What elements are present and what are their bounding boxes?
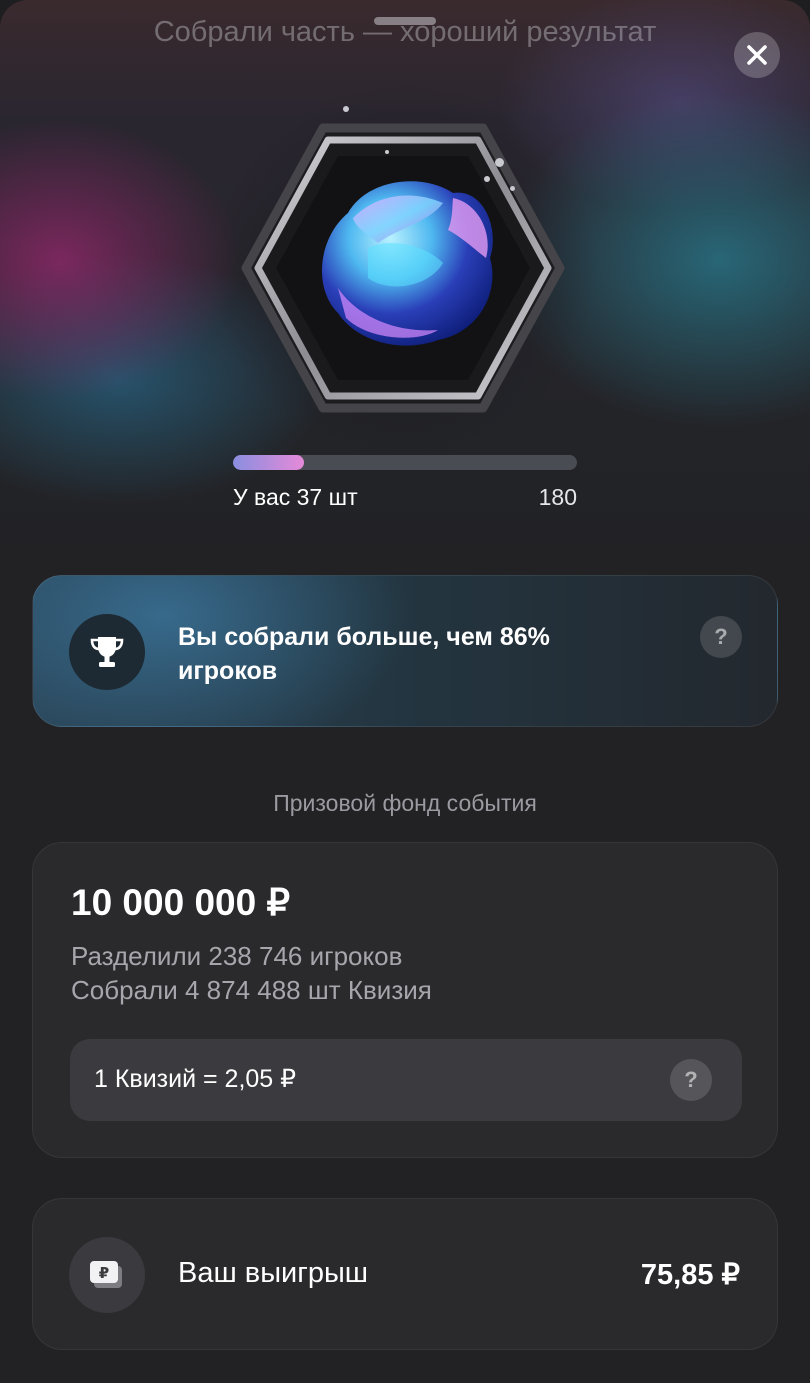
target-count: 180 <box>538 484 577 510</box>
rank-help-button[interactable]: ? <box>700 616 742 658</box>
svg-text:₽: ₽ <box>99 1264 109 1282</box>
rate-help-button[interactable]: ? <box>670 1059 712 1101</box>
exchange-rate-box: 1 Квизий = 2,05 ₽ ? <box>70 1039 742 1121</box>
trophy-icon <box>90 637 124 667</box>
sparkle <box>495 158 504 167</box>
sparkle <box>385 150 389 154</box>
winnings-value: 75,85 ₽ <box>640 1259 740 1291</box>
winnings-card: ₽ Ваш выигрыш 75,85 ₽ <box>32 1198 778 1350</box>
sparkle <box>510 186 515 191</box>
collection-progress-bar <box>233 455 577 470</box>
rank-card: Вы собрали больше, чем 86% игроков ? <box>32 575 778 727</box>
ruble-wallet-icon: ₽ <box>90 1261 122 1288</box>
question-icon: ? <box>684 1067 698 1092</box>
bottom-sheet: Собрали часть — хороший результат У вас … <box>0 0 810 1383</box>
sparkle <box>484 176 490 182</box>
wallet-badge: ₽ <box>69 1237 145 1313</box>
close-button[interactable] <box>734 32 780 78</box>
prize-fund-card: 10 000 000 ₽ Разделили 238 746 игроков С… <box>32 842 778 1158</box>
prize-fund-caption: Призовой фонд события <box>273 790 537 816</box>
rank-text: Вы собрали больше, чем 86% игроков <box>178 623 550 685</box>
gem-badge <box>238 106 568 418</box>
prize-fund-amount: 10 000 000 ₽ <box>71 882 291 923</box>
close-icon <box>747 45 767 65</box>
hexagon-frame <box>241 123 565 413</box>
collected-total: Собрали 4 874 488 шт Квизия <box>71 975 432 1005</box>
progress-fill <box>233 455 304 470</box>
players-count: Разделили 238 746 игроков <box>71 941 403 971</box>
question-icon: ? <box>714 624 728 649</box>
collected-count: У вас 37 шт <box>233 484 358 510</box>
exchange-rate: 1 Квизий = 2,05 ₽ <box>94 1065 297 1093</box>
drag-handle[interactable] <box>374 17 436 25</box>
sparkle <box>343 106 349 112</box>
winnings-label: Ваш выигрыш <box>178 1257 369 1289</box>
trophy-badge <box>69 614 145 690</box>
